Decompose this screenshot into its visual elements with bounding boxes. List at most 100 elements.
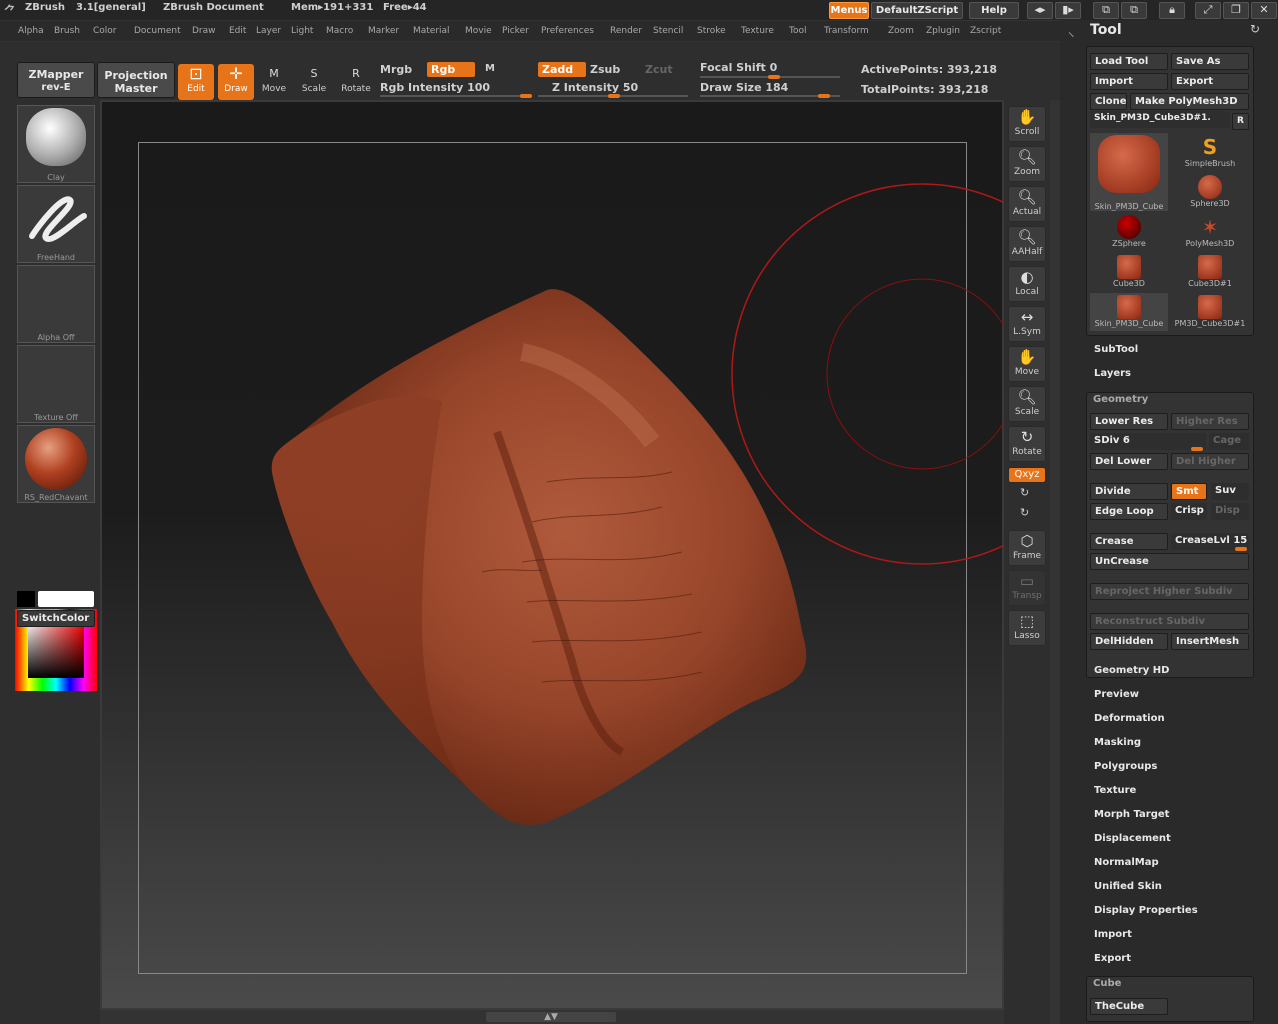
texture-tile[interactable]: Texture Off — [17, 345, 95, 423]
document-canvas[interactable] — [100, 100, 1006, 1010]
default-zscript-button[interactable]: DefaultZScript — [871, 2, 963, 19]
tool-tile-polymesh3d[interactable]: ✶ PolyMesh3D — [1171, 213, 1249, 251]
section-texture[interactable]: Texture — [1094, 785, 1136, 796]
lower-res-button[interactable]: Lower Res — [1090, 413, 1168, 430]
brush-tile[interactable]: Clay — [17, 105, 95, 183]
menu-zscript[interactable]: Zscript — [970, 26, 1001, 36]
shelf-transp-button[interactable]: ▭ Transp — [1008, 570, 1046, 606]
xyz-rotation-toggle[interactable]: Qxyz — [1008, 467, 1046, 483]
layers-section[interactable]: Layers — [1094, 368, 1131, 379]
load-tool-button[interactable]: Load Tool — [1090, 53, 1168, 70]
menu-stroke[interactable]: Stroke — [697, 26, 726, 36]
shelf-lsym-button[interactable]: ↔ L.Sym — [1008, 306, 1046, 342]
section-export[interactable]: Export — [1094, 953, 1131, 964]
cube-header[interactable]: Cube — [1093, 978, 1121, 989]
z-intensity-knob[interactable] — [608, 94, 620, 98]
zmapper-button[interactable]: ZMapper rev-E — [17, 62, 95, 98]
restore-icon[interactable]: ❐ — [1223, 2, 1249, 19]
layout-a-icon[interactable]: ⧉ — [1093, 2, 1119, 19]
mrgb-button[interactable]: Mrgb — [380, 63, 412, 76]
tool-tile-cube3d-1[interactable]: Cube3D#1 — [1171, 253, 1249, 291]
shelf-lasso-button[interactable]: ⬚ Lasso — [1008, 610, 1046, 646]
export-button[interactable]: Export — [1171, 73, 1249, 90]
rotation-axis-icon[interactable]: ↻ — [1020, 486, 1029, 499]
section-displacement[interactable]: Displacement — [1094, 833, 1171, 844]
rotation-axis-icon[interactable]: ↻ — [1020, 506, 1029, 519]
zadd-button[interactable]: Zadd — [538, 62, 586, 77]
menus-button[interactable]: Menus — [829, 2, 869, 19]
alpha-tile[interactable]: Alpha Off — [17, 265, 95, 343]
section-morph-target[interactable]: Morph Target — [1094, 809, 1169, 820]
sdiv-knob[interactable] — [1191, 447, 1203, 451]
zcut-button[interactable]: Zcut — [645, 63, 673, 76]
menu-stencil[interactable]: Stencil — [653, 26, 683, 36]
divide-button[interactable]: Divide — [1090, 483, 1168, 500]
tool-tile-skin-pm3d-cube[interactable]: Skin_PM3D_Cube — [1090, 293, 1168, 331]
tool-tile-simplebrush[interactable]: S SimpleBrush — [1171, 133, 1249, 171]
menu-color[interactable]: Color — [93, 26, 117, 36]
close-icon[interactable]: ✕ — [1251, 2, 1277, 19]
rotate-button[interactable]: R Rotate — [338, 64, 374, 100]
scale-button[interactable]: S Scale — [296, 64, 332, 100]
geometry-header[interactable]: Geometry — [1093, 394, 1148, 405]
draw-size-slider[interactable] — [700, 94, 840, 98]
projection-master-button[interactable]: Projection Master — [97, 62, 175, 98]
shelf-scroll-button[interactable]: ✋ Scroll — [1008, 106, 1046, 142]
menu-zplugin[interactable]: Zplugin — [926, 26, 960, 36]
refresh-icon[interactable]: ↻ — [1250, 22, 1260, 36]
menu-layer[interactable]: Layer — [256, 26, 281, 36]
tool-tile-pm3d-cube3d-1[interactable]: PM3D_Cube3D#1 — [1171, 293, 1249, 331]
menu-document[interactable]: Document — [134, 26, 181, 36]
section-polygroups[interactable]: Polygroups — [1094, 761, 1157, 772]
edge-loop-button[interactable]: Edge Loop — [1090, 503, 1168, 520]
tool-header[interactable]: Tool — [1090, 22, 1122, 38]
clone-button[interactable]: Clone — [1090, 93, 1127, 110]
subtool-section[interactable]: SubTool — [1094, 344, 1138, 355]
switch-color-button[interactable]: SwitchColor — [17, 610, 95, 627]
section-display-properties[interactable]: Display Properties — [1094, 905, 1198, 916]
cage-button[interactable]: Cage — [1209, 433, 1249, 450]
tool-tile-skin-pm3d-cube[interactable]: Skin_PM3D_Cube — [1090, 133, 1168, 211]
shelf-toggle-icon[interactable]: ◂▸ — [1027, 2, 1053, 19]
section-import[interactable]: Import — [1094, 929, 1132, 940]
menu-zoom[interactable]: Zoom — [888, 26, 914, 36]
tool-tile-sphere3d[interactable]: Sphere3D — [1171, 173, 1249, 211]
layout-b-icon[interactable]: ⧉ — [1121, 2, 1147, 19]
save-as-button[interactable]: Save As — [1171, 53, 1249, 70]
current-tool-name[interactable]: Skin_PM3D_Cube3D#1. — [1090, 111, 1230, 128]
move-button[interactable]: M Move — [256, 64, 292, 100]
stroke-tile[interactable]: FreeHand — [17, 185, 95, 263]
menu-edit[interactable]: Edit — [229, 26, 246, 36]
crease-button[interactable]: Crease — [1090, 533, 1168, 550]
color-picker-square[interactable] — [28, 622, 84, 678]
z-intensity-slider[interactable] — [538, 94, 688, 98]
menu-material[interactable]: Material — [413, 26, 450, 36]
focal-shift-slider[interactable] — [700, 75, 840, 79]
shelf-local-button[interactable]: ◐ Local — [1008, 266, 1046, 302]
shelf-rotate-button[interactable]: ↻ Rotate — [1008, 426, 1046, 462]
menu-movie[interactable]: Movie — [465, 26, 492, 36]
higher-res-button[interactable]: Higher Res — [1171, 413, 1249, 430]
del-lower-button[interactable]: Del Lower — [1090, 453, 1168, 470]
menu-marker[interactable]: Marker — [368, 26, 399, 36]
edit-button[interactable]: ⊡ Edit — [178, 64, 214, 100]
reconstruct-button[interactable]: Reconstruct Subdiv — [1090, 613, 1249, 630]
menu-draw[interactable]: Draw — [192, 26, 216, 36]
menu-macro[interactable]: Macro — [326, 26, 353, 36]
menu-preferences[interactable]: Preferences — [541, 26, 594, 36]
lock-icon[interactable]: 🔒︎ — [1159, 2, 1185, 19]
m-button[interactable]: M — [485, 63, 495, 74]
make-polymesh-button[interactable]: Make PolyMesh3D — [1130, 93, 1249, 110]
section-unified-skin[interactable]: Unified Skin — [1094, 881, 1162, 892]
del-hidden-button[interactable]: DelHidden — [1090, 633, 1168, 650]
shelf-move-button[interactable]: ✋ Move — [1008, 346, 1046, 382]
section-preview[interactable]: Preview — [1094, 689, 1139, 700]
section-deformation[interactable]: Deformation — [1094, 713, 1165, 724]
menu-light[interactable]: Light — [291, 26, 313, 36]
r-button[interactable]: R — [1232, 113, 1249, 130]
reproject-button[interactable]: Reproject Higher Subdiv — [1090, 583, 1249, 600]
bottom-shelf-toggle-icon[interactable]: ▲▼ — [486, 1012, 616, 1022]
menu-transform[interactable]: Transform — [824, 26, 869, 36]
disp-slider[interactable]: Disp — [1211, 503, 1249, 520]
tray-toggle-icon[interactable]: ▮▸ — [1055, 2, 1081, 19]
